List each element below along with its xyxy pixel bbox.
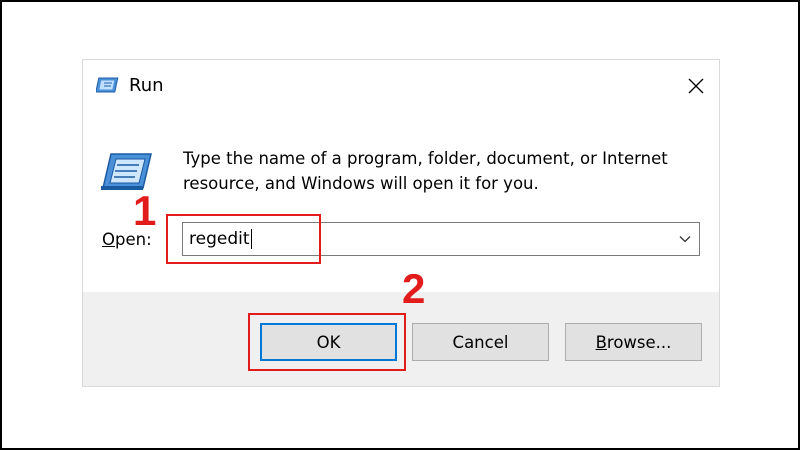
browse-label: rowse...	[606, 332, 672, 352]
chevron-down-icon[interactable]	[677, 231, 693, 247]
highlight-box-step-1	[166, 214, 321, 264]
description-line-1: Type the name of a program, folder, docu…	[183, 149, 668, 168]
dialog-description: Type the name of a program, folder, docu…	[183, 146, 703, 196]
run-program-icon	[99, 152, 153, 192]
highlight-box-step-2	[248, 313, 406, 371]
close-icon	[688, 78, 704, 94]
dialog-content: Type the name of a program, folder, docu…	[83, 112, 719, 292]
browse-accelerator: B	[595, 332, 607, 352]
close-button[interactable]	[673, 60, 719, 112]
description-line-2: resource, and Windows will open it for y…	[183, 174, 539, 193]
window-title: Run	[129, 75, 164, 96]
open-label-accelerator: O	[102, 230, 115, 249]
browse-button[interactable]: Browse...	[565, 323, 702, 361]
run-icon	[95, 77, 120, 95]
step-number-1: 1	[133, 187, 157, 234]
cancel-button[interactable]: Cancel	[412, 323, 549, 361]
image-frame: Run Type the name of a program, folder, …	[0, 0, 800, 450]
step-number-2: 2	[402, 265, 426, 312]
title-bar[interactable]: Run	[83, 60, 719, 112]
